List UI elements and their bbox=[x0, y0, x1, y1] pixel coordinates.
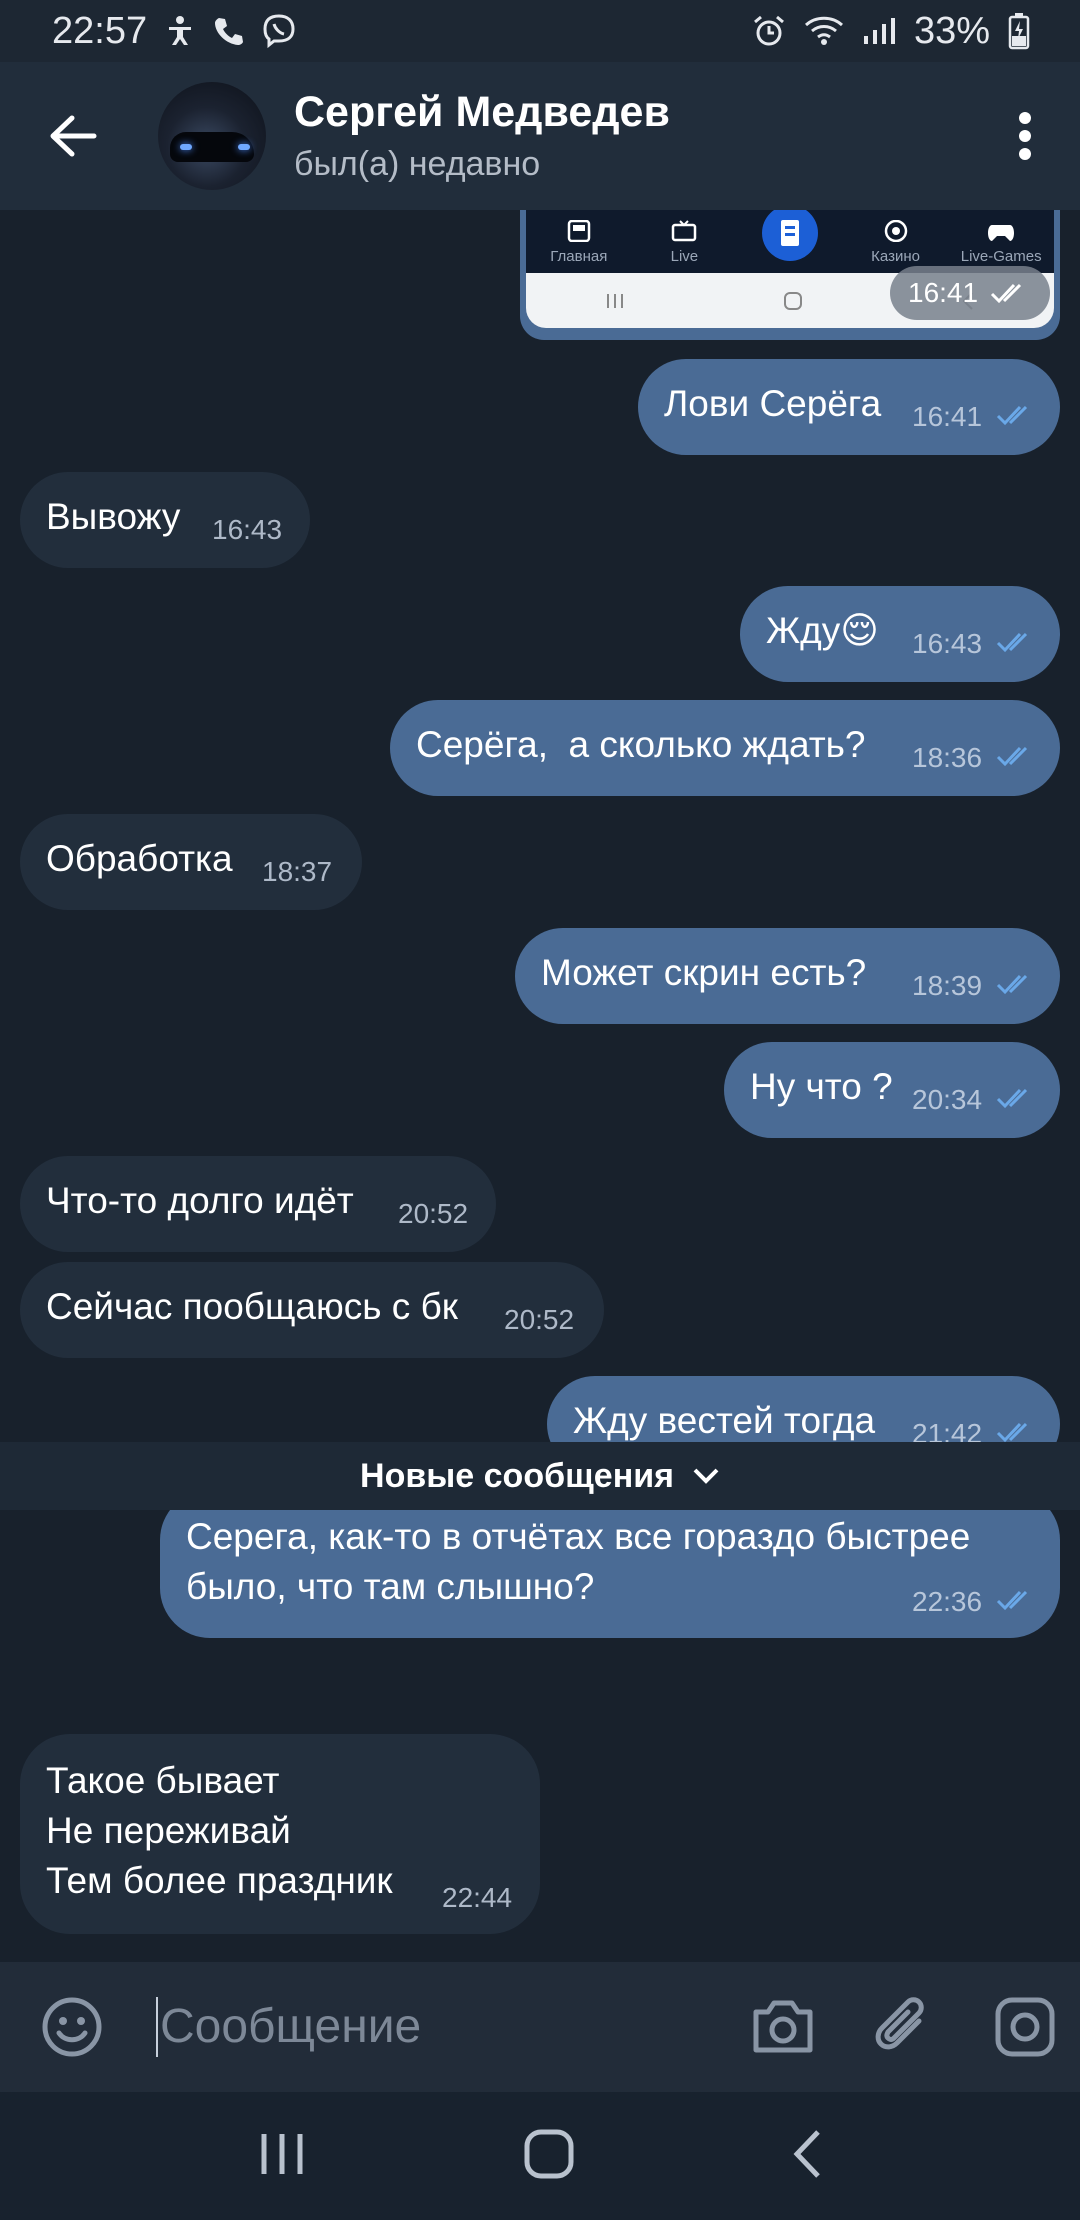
camera-icon bbox=[753, 2000, 813, 2053]
message-text: Обработка bbox=[46, 838, 233, 879]
message-text: Серёга, а сколько ждать? bbox=[416, 724, 866, 765]
double-check-icon bbox=[996, 746, 1028, 767]
home-icon bbox=[567, 220, 591, 242]
incoming-message[interactable]: Сейчас пообщаюсь с бк 20:52 bbox=[20, 1262, 604, 1358]
message-text: Ну что ? bbox=[750, 1066, 893, 1107]
battery-percent: 33% bbox=[913, 9, 990, 52]
incoming-message[interactable]: Такое бывает Не переживай Тем более праз… bbox=[20, 1734, 540, 1934]
double-check-icon bbox=[996, 974, 1028, 995]
smiley-icon bbox=[42, 1997, 102, 2057]
preview-label: Live bbox=[670, 248, 699, 265]
paperclip-icon bbox=[875, 1997, 924, 2050]
outgoing-message[interactable]: Ну что ? 20:34 bbox=[724, 1042, 1060, 1138]
attach-button[interactable] bbox=[868, 1992, 938, 2062]
preview-label: Live-Games bbox=[960, 248, 1042, 265]
contact-info[interactable]: Сергей Медведев был(а) недавно bbox=[294, 86, 980, 186]
more-vertical-icon bbox=[1019, 112, 1031, 160]
emoji-button[interactable] bbox=[40, 1995, 104, 2059]
message-text: Вывожу bbox=[46, 496, 181, 537]
phone-icon bbox=[213, 16, 244, 46]
message-time: 16:43 bbox=[912, 628, 983, 659]
recents-icon bbox=[261, 2133, 303, 2174]
home-circle-icon bbox=[783, 291, 802, 310]
system-nav-bar bbox=[0, 2092, 1080, 2220]
home-icon bbox=[524, 2129, 574, 2178]
message-text: Может скрин есть? bbox=[541, 952, 867, 993]
message-text: Жду😌 bbox=[766, 610, 879, 651]
message-time: 16:41 bbox=[912, 401, 983, 432]
outgoing-message[interactable]: Лови Серёга 16:41 bbox=[638, 359, 1060, 455]
contact-status: был(а) недавно bbox=[294, 145, 541, 183]
message-time: 22:36 bbox=[912, 1586, 983, 1617]
incoming-message[interactable]: Обработка 18:37 bbox=[20, 814, 362, 910]
incoming-message[interactable]: Что-то долго идёт 20:52 bbox=[20, 1156, 496, 1252]
alarm-icon bbox=[752, 14, 786, 48]
gamepad-icon bbox=[988, 225, 1015, 241]
message-time: 18:37 bbox=[262, 856, 333, 887]
message-text: Серега, как-то в отчётах все гораздо быс… bbox=[186, 1516, 971, 1607]
tv-icon bbox=[672, 220, 697, 242]
incoming-message[interactable]: Вывожу 16:43 bbox=[20, 472, 310, 568]
outgoing-message[interactable]: Жду😌 16:43 bbox=[740, 586, 1060, 682]
message-text: Лови Серёга bbox=[664, 383, 882, 424]
wifi-icon bbox=[804, 15, 844, 47]
double-check-icon bbox=[996, 1422, 1028, 1443]
photo-time: 16:41 bbox=[890, 266, 1050, 320]
home-button[interactable] bbox=[523, 2128, 575, 2185]
double-check-icon bbox=[996, 405, 1028, 426]
instagram-icon bbox=[995, 1997, 1055, 2057]
avatar[interactable] bbox=[158, 82, 266, 190]
outgoing-message[interactable]: Серёга, а сколько ждать? 18:36 bbox=[390, 700, 1060, 796]
message-time: 16:43 bbox=[212, 514, 283, 545]
new-messages-divider[interactable]: Новые сообщения bbox=[0, 1442, 1080, 1510]
message-time: 18:36 bbox=[912, 742, 983, 773]
recents-icon bbox=[606, 293, 623, 308]
status-bar: 22:57 33% bbox=[0, 0, 1080, 62]
photo-message[interactable]: Главная Live Казино Live-Games 16:41 bbox=[520, 210, 1060, 340]
message-time: 20:52 bbox=[504, 1304, 575, 1335]
chat-header: Сергей Медведев был(а) недавно bbox=[0, 62, 1080, 210]
message-time: 22:44 bbox=[442, 1882, 513, 1913]
message-text: Такое бывает Не переживай Тем более праз… bbox=[46, 1760, 393, 1901]
outgoing-message[interactable]: Может скрин есть? 18:39 bbox=[515, 928, 1060, 1024]
double-check-icon bbox=[996, 1590, 1028, 1611]
message-time: 18:39 bbox=[912, 970, 983, 1001]
recent-apps-button[interactable] bbox=[258, 2132, 306, 2181]
system-back-button[interactable] bbox=[792, 2129, 822, 2184]
status-time: 22:57 bbox=[52, 9, 148, 52]
message-time: 20:34 bbox=[912, 1084, 983, 1115]
back-button[interactable] bbox=[18, 62, 128, 210]
arrow-left-icon bbox=[50, 115, 97, 157]
signal-icon bbox=[862, 16, 896, 46]
preview-label: Казино bbox=[871, 248, 920, 265]
more-options-button[interactable] bbox=[980, 62, 1070, 210]
message-time: 20:52 bbox=[398, 1198, 469, 1229]
back-chevron-icon bbox=[793, 2129, 820, 2178]
message-text: Жду вестей тогда bbox=[573, 1400, 876, 1441]
camera-button[interactable] bbox=[748, 1992, 818, 2062]
accessibility-icon bbox=[165, 15, 195, 47]
outgoing-message[interactable]: Серега, как-то в отчётах все гораздо быс… bbox=[160, 1490, 1060, 1638]
message-text: Что-то долго идёт bbox=[46, 1180, 354, 1221]
instagram-button[interactable] bbox=[990, 1992, 1060, 2062]
message-input-bar: Сообщение bbox=[0, 1962, 1080, 2092]
new-messages-label: Новые сообщения bbox=[360, 1456, 674, 1495]
double-check-icon bbox=[991, 283, 1022, 304]
message-list[interactable]: Главная Live Казино Live-Games 16:41 Лов… bbox=[0, 210, 1080, 1962]
input-placeholder: Сообщение bbox=[160, 2000, 422, 2053]
coupon-icon bbox=[761, 210, 818, 261]
battery-charging-icon bbox=[1008, 12, 1030, 50]
casino-chip-icon bbox=[884, 220, 907, 242]
message-input[interactable]: Сообщение bbox=[156, 1987, 716, 2067]
double-check-icon bbox=[996, 632, 1028, 653]
chevron-down-icon bbox=[693, 1468, 719, 1484]
message-text: Сейчас пообщаюсь с бк bbox=[46, 1286, 458, 1327]
contact-name: Сергей Медведев bbox=[294, 88, 670, 136]
preview-label: Главная bbox=[550, 248, 608, 265]
viber-icon bbox=[261, 13, 297, 49]
double-check-icon bbox=[996, 1088, 1028, 1109]
